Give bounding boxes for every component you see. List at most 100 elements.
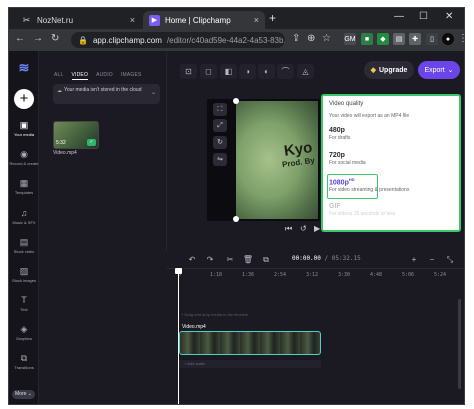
timeline-toolbar: ↶ ↷ ✂ 🗑 ⧉ 00:00.00 / 05:32.15 + − ⤡ (167, 251, 464, 269)
option-720p[interactable]: 720p For social media (329, 152, 366, 166)
split-scissors-icon[interactable]: ✂ (223, 254, 237, 266)
thumbnail-filename: Video.mp4 (53, 150, 77, 156)
extension-icon[interactable]: ▤ (393, 33, 405, 45)
play-icon[interactable]: ▶ (314, 224, 320, 233)
time-separator: / (324, 255, 329, 262)
skip-back-icon[interactable]: ⏮ (285, 224, 292, 234)
filter-icon[interactable]: ◑ (239, 64, 256, 79)
speed-icon[interactable]: ⌒ (277, 64, 294, 79)
tab-noznet[interactable]: ✂ NozNet.ru × (15, 11, 141, 29)
crop-icon[interactable]: ⊡ (180, 64, 197, 79)
tab-audio[interactable]: AUDIO (96, 72, 113, 80)
close-window-button[interactable]: ✕ (445, 11, 453, 22)
transition-icon: ⧉ (20, 353, 28, 363)
clipchamp-logo[interactable]: ≋ (16, 60, 32, 75)
rotate-icon[interactable]: ↻ (213, 136, 227, 149)
video-clip[interactable] (179, 331, 321, 355)
current-time: 00:00.00 (292, 255, 321, 262)
sidebar-item-stock-images[interactable]: ▨ Stock images (9, 266, 39, 283)
resize-handle-bottom-left[interactable] (233, 216, 239, 222)
new-tab-button[interactable]: + (269, 11, 276, 25)
url-path: /editor/c40ad59e-44a2-4a53-83b... (166, 35, 285, 45)
fit-icon[interactable]: ◻ (200, 64, 217, 79)
extension-badge-icon[interactable]: ◆ (377, 33, 389, 45)
adjust-icon[interactable]: ◐ (258, 64, 275, 79)
sidebar-item-transitions[interactable]: ⧉ Transitions (9, 353, 39, 370)
sidebar-item-graphics[interactable]: ◈ Graphics (9, 324, 39, 341)
sidebar-item-your-media[interactable]: ▣ Your media (9, 120, 39, 137)
sidebar-item-stock-video[interactable]: ▤ Stock video (9, 237, 39, 254)
flip-icon[interactable]: ⇋ (213, 153, 227, 166)
playhead-handle[interactable] (175, 268, 182, 274)
browser-menu-icon[interactable]: ⋮ (458, 33, 464, 44)
duplicate-icon[interactable]: ⧉ (259, 254, 273, 266)
sidebar-item-label: Graphics (15, 336, 32, 341)
url-field[interactable]: 🔒 app.clipchamp.com/editor/c40ad59e-44a2… (71, 32, 285, 48)
create-plus-button[interactable]: + (14, 89, 34, 109)
upgrade-button[interactable]: ◆ Upgrade (364, 61, 414, 79)
maximize-button[interactable]: ☐ (419, 11, 428, 22)
back-button[interactable]: ← (15, 33, 25, 44)
fullscreen-icon[interactable]: ⛶ (213, 103, 227, 116)
option-gif[interactable]: GIF For videos 15 seconds or less (329, 203, 395, 217)
sidebar-item-text[interactable]: T Text (9, 295, 39, 312)
layout-icon[interactable]: ◧ (220, 64, 237, 79)
resize-handle-top-left[interactable] (233, 98, 239, 104)
tab-video[interactable]: VIDEO (71, 72, 89, 80)
option-desc: For social media (329, 160, 366, 166)
option-1080p[interactable]: 1080pHD For video streaming & presentati… (329, 177, 409, 193)
media-tabs: ALL VIDEO AUDIO IMAGES (54, 72, 142, 80)
video-preview[interactable]: Kyo Prod. By (236, 101, 318, 219)
address-bar: ← → ↻ 🔒 app.clipchamp.com/editor/c40ad59… (9, 29, 464, 51)
lock-icon: 🔒 (78, 35, 88, 45)
timeline-ruler[interactable]: 0 1:18 1:36 2:54 3:12 3:30 4:48 5:06 5:2… (167, 271, 464, 281)
puzzle-icon[interactable]: ✚ (409, 33, 421, 45)
delete-icon[interactable]: 🗑 (241, 254, 255, 266)
sidebar-item-label: Your media (13, 132, 35, 137)
chevron-down-icon: ⌄ (447, 67, 454, 74)
zoom-in-icon[interactable]: + (407, 254, 421, 266)
sidebar-item-record[interactable]: ◉ Record & create (9, 149, 39, 166)
cloud-notice[interactable]: ☁ Your media isn't stored in the cloud ⌄ (53, 84, 160, 104)
export-button[interactable]: Export ⌄ (418, 61, 460, 79)
reload-button[interactable]: ↻ (51, 33, 59, 44)
sidebar-item-label: Stock video (13, 249, 35, 254)
close-tab-icon[interactable]: × (130, 15, 135, 25)
profile-avatar[interactable]: ● (442, 33, 454, 45)
extension-gm-icon[interactable]: GM (344, 33, 356, 45)
forward-button[interactable]: → (33, 33, 43, 44)
sidebar-item-templates[interactable]: ▦ Templates (9, 178, 39, 195)
redo-icon[interactable]: ↷ (203, 254, 217, 266)
fade-icon[interactable]: ◬ (297, 64, 314, 79)
timeline-scrollbar[interactable] (458, 299, 461, 389)
film-icon: ▣ (19, 120, 29, 130)
zoom-out-icon[interactable]: − (425, 254, 439, 266)
undo-icon[interactable]: ↶ (185, 254, 199, 266)
playhead[interactable] (178, 269, 179, 404)
tab-all[interactable]: ALL (54, 72, 64, 80)
scissors-icon: ✂ (22, 14, 31, 25)
tab-clipchamp[interactable]: ▶ Home | Clipchamp × (143, 11, 265, 29)
cloud-icon: ☁ (57, 88, 62, 94)
media-thumbnail[interactable]: 5:32 ✓ (53, 121, 99, 149)
audio-track[interactable]: + Add audio (179, 360, 321, 368)
tab-images[interactable]: IMAGES (121, 72, 142, 80)
expand-icon[interactable]: ⤢ (213, 119, 227, 132)
option-480p[interactable]: 480p For drafts (329, 127, 350, 141)
fit-timeline-icon[interactable]: ⤡ (443, 254, 457, 266)
option-name: GIF (329, 203, 341, 210)
rewind-5-icon[interactable]: ↺ (300, 224, 307, 233)
sidebar-panel-icon[interactable]: ▯ (426, 33, 438, 45)
more-button[interactable]: More ⌄ (12, 390, 35, 399)
minimize-button[interactable]: — (394, 11, 404, 22)
share-icon[interactable]: ⇪ (292, 33, 300, 44)
media-panel: ALL VIDEO AUDIO IMAGES ☁ Your media isn'… (39, 51, 167, 251)
close-tab-icon[interactable]: × (254, 15, 259, 25)
zoom-icon[interactable]: ⊕ (307, 33, 315, 44)
text-icon: T (21, 295, 27, 305)
extension-green-icon[interactable]: ■ (361, 33, 373, 45)
left-nav: ≋ + ▣ Your media ◉ Record & create ▦ Tem… (9, 51, 39, 404)
total-time: 05:32.15 (331, 255, 361, 262)
sidebar-item-music[interactable]: ♫ Music & SFX (9, 208, 39, 225)
bookmark-star-icon[interactable]: ☆ (322, 33, 331, 44)
